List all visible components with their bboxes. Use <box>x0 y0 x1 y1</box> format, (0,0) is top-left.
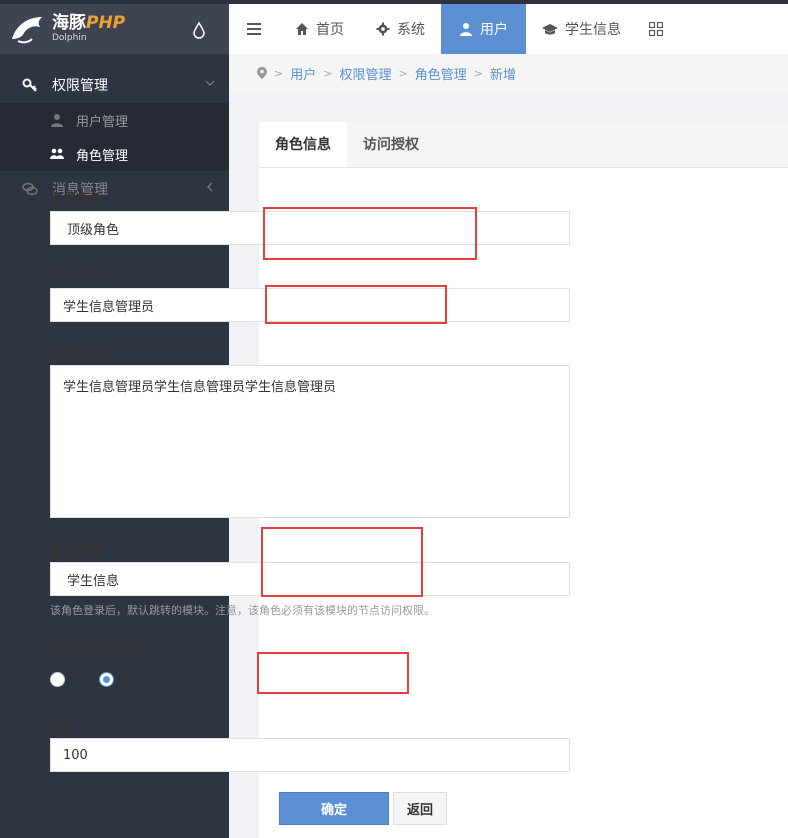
key-icon <box>22 78 37 92</box>
default-module-value: 学生信息 <box>67 573 120 589</box>
nav-tab-home[interactable]: 首页 <box>279 4 360 54</box>
nav-tab-label: 系统 <box>397 22 425 38</box>
default-module-help: 该角色登录后，默认跳转的模块。注意，该角色必须有该模块的节点访问权限。 <box>50 604 435 617</box>
user-icon <box>51 114 63 127</box>
sidebar-item-label: 角色管理 <box>76 148 129 164</box>
breadcrumb-item-permission[interactable]: 权限管理 <box>339 64 391 83</box>
breadcrumb-item-add[interactable]: 新增 <box>490 64 516 83</box>
brand-name-en: Dolphin <box>52 33 87 43</box>
tab-access-auth[interactable]: 访问授权 <box>347 122 435 167</box>
role-desc-label: 角色描述 <box>50 347 103 362</box>
grid-icon <box>649 22 663 36</box>
role-desc-value: 学生信息管理员学生信息管理员学生信息管理员 <box>63 380 337 395</box>
breadcrumb-separator: > <box>398 66 408 80</box>
sort-label: 排序 <box>50 720 77 735</box>
radio-no[interactable] <box>50 672 65 687</box>
login-admin-label: 是否可登录后台 <box>50 643 142 658</box>
brand-name-php: PHP <box>86 13 126 33</box>
users-icon <box>50 148 64 159</box>
breadcrumb-separator: > <box>274 66 284 80</box>
top-nav: 首页 系统 用户 学生信息 <box>229 4 788 54</box>
highlight-box-default-module <box>261 527 423 597</box>
parent-role-label: 所属角色 <box>50 192 103 207</box>
graduation-cap-icon <box>542 24 558 35</box>
submenu-permission: 用户管理 角色管理 <box>0 103 229 171</box>
breadcrumb-item-role[interactable]: 角色管理 <box>415 64 467 83</box>
highlight-box-parent-role <box>263 207 477 260</box>
home-icon <box>296 23 308 35</box>
parent-role-value: 顶级角色 <box>67 222 120 238</box>
tab-role-info[interactable]: 角色信息 <box>259 122 347 167</box>
radio-no-label: 否 <box>72 674 86 689</box>
sidebar-item-label: 用户管理 <box>76 114 129 130</box>
highlight-box-role-name <box>265 285 447 324</box>
gear-icon <box>376 22 390 36</box>
dolphin-logo-icon <box>12 17 42 44</box>
nav-tab-label: 用户 <box>480 22 508 38</box>
sidebar-toggle-button[interactable] <box>229 4 279 54</box>
nav-tab-user[interactable]: 用户 <box>441 4 526 54</box>
chevron-left-icon <box>207 182 213 192</box>
sidebar-item-label: 权限管理 <box>52 78 108 94</box>
menu-bars-icon <box>247 23 261 35</box>
login-admin-radio-group: 否 是 <box>50 670 134 689</box>
breadcrumb: > 用户 > 权限管理 > 角色管理 > 新增 <box>229 54 788 92</box>
submit-button[interactable]: 确定 <box>279 792 389 825</box>
sidebar-item-permission[interactable]: 权限管理 <box>0 67 229 103</box>
breadcrumb-separator: > <box>323 66 333 80</box>
nav-tab-system[interactable]: 系统 <box>360 4 441 54</box>
nav-tab-label: 首页 <box>316 22 344 38</box>
radio-yes[interactable] <box>99 672 115 687</box>
role-desc-textarea[interactable]: 学生信息管理员学生信息管理员学生信息管理员 <box>50 365 570 518</box>
map-pin-icon <box>257 67 267 79</box>
nav-apps-button[interactable] <box>637 4 675 54</box>
brand-text: 海豚PHP Dolphin <box>52 15 125 43</box>
sidebar-item-role-manage[interactable]: 角色管理 <box>0 137 229 171</box>
back-button[interactable]: 返回 <box>393 792 447 825</box>
form-tabs: 角色信息 访问授权 <box>259 122 788 168</box>
radio-yes-label: 是 <box>121 674 135 689</box>
chevron-down-icon <box>205 80 215 86</box>
user-icon <box>460 23 472 36</box>
brand[interactable]: 海豚PHP Dolphin <box>0 4 229 54</box>
role-name-label: 角色名称 <box>50 269 103 284</box>
nav-tab-student-info[interactable]: 学生信息 <box>526 4 637 54</box>
breadcrumb-separator: > <box>473 66 483 80</box>
breadcrumb-item-user[interactable]: 用户 <box>290 64 316 83</box>
default-module-label: 默认模块 <box>50 544 103 559</box>
comments-icon <box>22 182 38 196</box>
sort-input[interactable]: 100 <box>50 738 570 772</box>
sidebar-item-user-manage[interactable]: 用户管理 <box>0 103 229 137</box>
sidebar-menu: 权限管理 用户管理 角色管理 消息管理 <box>0 67 229 207</box>
theme-drop-icon[interactable] <box>192 21 206 39</box>
nav-tab-label: 学生信息 <box>565 22 621 38</box>
sidebar-item-message[interactable]: 消息管理 <box>0 171 229 207</box>
brand-name-cn: 海豚 <box>52 13 86 33</box>
sort-value: 100 <box>63 747 88 763</box>
highlight-box-login-admin <box>257 652 409 694</box>
role-name-value: 学生信息管理员 <box>63 299 155 315</box>
